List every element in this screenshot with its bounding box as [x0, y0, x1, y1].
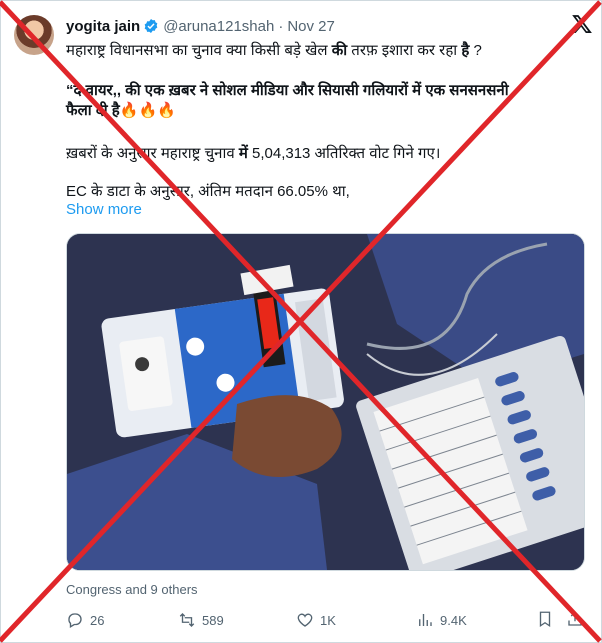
- text-span: ?: [469, 42, 482, 59]
- repost-count: 589: [202, 612, 224, 628]
- text-span-bold: की: [331, 42, 348, 59]
- post-header: yogita jain @aruna121shah · Nov 27: [66, 16, 335, 36]
- separator-dot: ·: [278, 17, 284, 35]
- views-button[interactable]: 9.4K: [416, 609, 467, 631]
- views-icon: [419, 614, 432, 626]
- fire-emoji: 🔥🔥🔥: [119, 102, 176, 119]
- views-count: 9.4K: [440, 612, 467, 628]
- post-date[interactable]: Nov 27: [287, 18, 335, 35]
- post-card[interactable]: yogita jain @aruna121shah · Nov 27 महारा…: [0, 0, 602, 643]
- reply-button[interactable]: 26: [66, 609, 104, 631]
- text-span-bold: में: [238, 145, 248, 162]
- evm-photo: [67, 234, 584, 570]
- reply-count: 26: [90, 612, 105, 628]
- reply-icon: [68, 613, 82, 628]
- like-button[interactable]: 1K: [296, 609, 336, 631]
- x-logo-icon: [572, 15, 592, 33]
- text-span: महाराष्ट्र विधानसभा का चुनाव क्या किसी ब…: [66, 42, 332, 59]
- author-name[interactable]: yogita jain: [66, 18, 140, 35]
- share-icon[interactable]: [566, 609, 584, 629]
- author-avatar[interactable]: [14, 15, 54, 55]
- post-text-line-2: “द वायर,, की एक ख़बर ने सोशल मीडिया और स…: [66, 80, 509, 100]
- show-more-link[interactable]: Show more: [66, 201, 142, 218]
- text-span: EC के डाटा के अनुसार, अंतिम मतदान 66.05%…: [66, 183, 350, 200]
- text-span: तरफ़ इशारा कर रहा: [347, 42, 462, 59]
- text-span: 5,04,313 अतिरिक्त वोट गिने गए।: [247, 145, 441, 162]
- post-text-line-5: EC के डाटा के अनुसार, अंतिम मतदान 66.05%…: [66, 181, 350, 201]
- verified-badge-icon: [144, 19, 158, 33]
- post-text-line-4: ख़बरों के अनुसार महाराष्ट्र चुनाव में 5,…: [66, 143, 440, 163]
- text-span: ख़बरों के अनुसार महाराष्ट्र चुनाव: [66, 145, 239, 162]
- bookmark-icon[interactable]: [536, 609, 554, 629]
- repost-icon: [179, 613, 195, 627]
- repost-button[interactable]: 589: [178, 609, 224, 631]
- like-count: 1K: [320, 612, 336, 628]
- post-text-line-1: महाराष्ट्र विधानसभा का चुनाव क्या किसी ब…: [66, 40, 482, 60]
- post-text-line-3: फैला दी है🔥🔥🔥: [66, 100, 176, 120]
- text-span-bold: “द वायर,, की एक ख़बर ने सोशल मीडिया और स…: [66, 82, 509, 99]
- text-span-bold: फैला दी है: [66, 102, 120, 119]
- post-media-image[interactable]: [66, 233, 585, 571]
- action-bar: 26 589 1K 9.4K: [66, 609, 586, 631]
- author-handle[interactable]: @aruna121shah: [163, 18, 274, 35]
- liked-by-text[interactable]: Congress and 9 others: [66, 582, 198, 597]
- like-icon: [297, 613, 313, 627]
